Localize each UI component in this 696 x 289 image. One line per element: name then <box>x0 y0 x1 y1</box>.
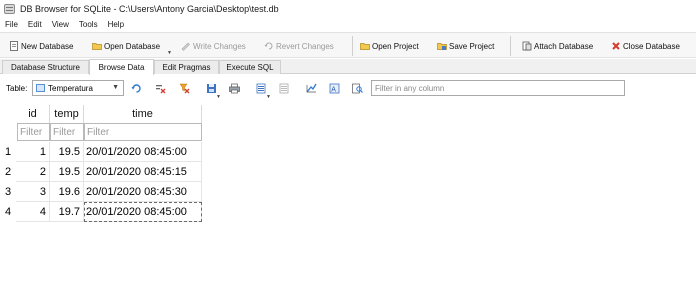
cell-time[interactable]: 20/01/2020 08:45:00 <box>84 142 202 162</box>
set-encoding-icon[interactable]: A <box>329 83 340 94</box>
main-toolbar: New Database Open Database ▼ Write Chang… <box>0 32 696 58</box>
open-database-label: Open Database <box>104 41 161 51</box>
write-changes-button[interactable]: Write Changes <box>181 39 246 53</box>
revert-changes-icon <box>264 42 273 50</box>
open-project-label: Open Project <box>372 41 419 51</box>
menu-edit[interactable]: Edit <box>23 20 47 29</box>
cell-temp[interactable]: 19.5 <box>50 142 84 162</box>
clear-filters-icon[interactable] <box>179 83 190 94</box>
open-database-dropdown-icon[interactable]: ▼ <box>167 50 172 56</box>
insert-record-icon[interactable] <box>256 83 267 94</box>
save-project-button[interactable]: Save Project <box>437 39 494 53</box>
filter-id-input[interactable] <box>17 123 50 141</box>
attach-database-icon <box>522 41 532 51</box>
clear-sorting-icon[interactable] <box>155 83 166 94</box>
attach-database-button[interactable]: Attach Database <box>522 39 593 53</box>
close-database-button[interactable]: Close Database <box>611 39 680 53</box>
column-header-time[interactable]: time <box>84 105 202 123</box>
save-project-label: Save Project <box>449 41 495 51</box>
table-label: Table: <box>6 84 28 93</box>
tab-database-structure[interactable]: Database Structure <box>2 60 89 74</box>
menu-tools[interactable]: Tools <box>74 20 103 29</box>
insert-record-dropdown-icon[interactable]: ▼ <box>266 94 271 100</box>
refresh-icon[interactable] <box>131 83 142 94</box>
row-number[interactable]: 2 <box>0 162 16 182</box>
cell-temp[interactable]: 19.7 <box>50 202 84 222</box>
close-database-label: Close Database <box>623 41 680 51</box>
table-select-value: Temperatura <box>48 83 93 93</box>
cell-id[interactable]: 2 <box>16 162 50 182</box>
title-bar: DB Browser for SQLite - C:\Users\Antony … <box>0 0 696 17</box>
menu-help[interactable]: Help <box>103 20 129 29</box>
go-to-first-icon[interactable] <box>306 83 317 94</box>
cell-id[interactable]: 1 <box>16 142 50 162</box>
open-project-icon <box>360 43 370 50</box>
close-icon <box>612 42 620 50</box>
column-header-temp[interactable]: temp <box>50 105 84 123</box>
tab-bar: Database Structure Browse Data Edit Prag… <box>0 59 696 75</box>
menu-view[interactable]: View <box>47 20 74 29</box>
row-number[interactable]: 3 <box>0 182 16 202</box>
filter-temp-input[interactable] <box>50 123 84 141</box>
svg-text:A: A <box>331 87 336 94</box>
table-icon <box>36 84 45 92</box>
revert-changes-button[interactable]: Revert Changes <box>264 39 334 53</box>
cell-time[interactable]: 20/01/2020 08:45:15 <box>84 162 202 182</box>
menu-bar: File Edit View Tools Help <box>0 17 696 32</box>
write-changes-icon <box>181 42 190 51</box>
print-icon[interactable] <box>229 83 240 94</box>
open-project-button[interactable]: Open Project <box>360 39 419 53</box>
toolbar-separator <box>510 36 511 56</box>
cell-id[interactable]: 4 <box>16 202 50 222</box>
filter-time-input[interactable] <box>84 123 202 141</box>
cell-time-selected[interactable]: 20/01/2020 08:45:00 <box>84 202 202 222</box>
cell-temp[interactable]: 19.5 <box>50 162 84 182</box>
filter-all-columns-input[interactable] <box>371 80 625 96</box>
save-filter-dropdown-icon[interactable]: ▼ <box>216 94 221 100</box>
app-icon <box>4 3 15 14</box>
delete-record-icon[interactable] <box>279 83 290 94</box>
cell-id[interactable]: 3 <box>16 182 50 202</box>
open-database-icon <box>92 43 102 50</box>
revert-changes-label: Revert Changes <box>276 41 334 51</box>
window-title: DB Browser for SQLite - C:\Users\Antony … <box>20 3 279 14</box>
cell-time[interactable]: 20/01/2020 08:45:30 <box>84 182 202 202</box>
find-icon[interactable] <box>352 83 363 94</box>
row-number[interactable]: 1 <box>0 142 16 162</box>
attach-database-label: Attach Database <box>534 41 594 51</box>
write-changes-label: Write Changes <box>193 41 246 51</box>
new-database-label: New Database <box>21 41 74 51</box>
tab-edit-pragmas[interactable]: Edit Pragmas <box>154 60 219 74</box>
column-header-id[interactable]: id <box>16 105 50 123</box>
browse-toolbar: Table: Temperatura ▼ ▼ ▼ A <box>0 75 696 103</box>
menu-file[interactable]: File <box>0 20 23 29</box>
toolbar-separator <box>352 36 353 56</box>
new-database-button[interactable]: New Database <box>9 39 73 53</box>
open-database-button[interactable]: Open Database <box>92 39 160 53</box>
new-database-icon <box>10 41 18 51</box>
save-filter-icon[interactable] <box>206 83 217 94</box>
cell-temp[interactable]: 19.6 <box>50 182 84 202</box>
row-number[interactable]: 4 <box>0 202 16 222</box>
table-select[interactable]: Temperatura ▼ <box>32 80 124 96</box>
save-project-icon <box>437 43 447 50</box>
chevron-down-icon: ▼ <box>112 84 119 91</box>
tab-browse-data[interactable]: Browse Data <box>89 59 154 75</box>
tab-execute-sql[interactable]: Execute SQL <box>219 60 281 74</box>
